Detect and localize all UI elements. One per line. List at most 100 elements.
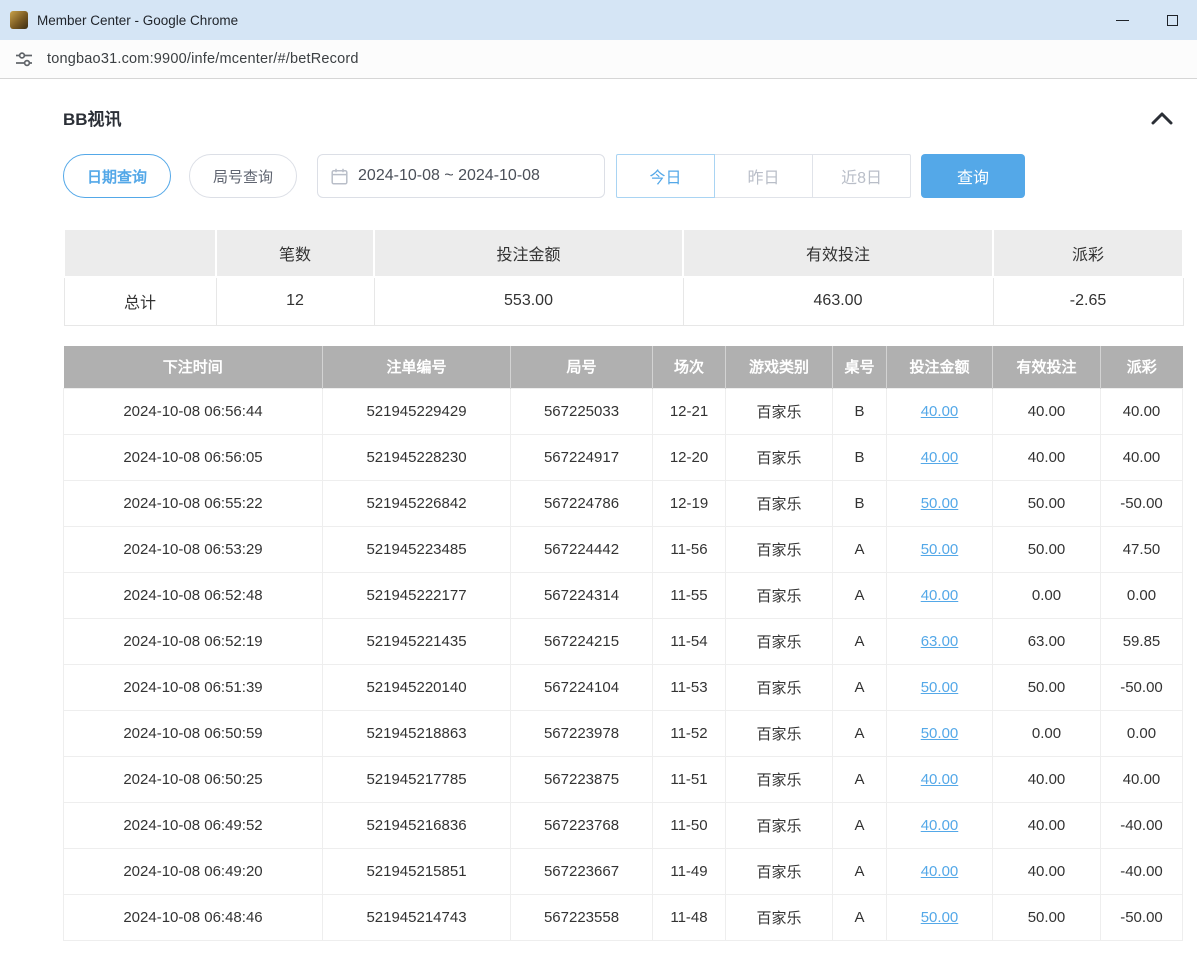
record-cell-valid: 40.00 bbox=[993, 849, 1101, 895]
record-cell-game: 百家乐 bbox=[726, 619, 833, 665]
record-cell-valid: 0.00 bbox=[993, 573, 1101, 619]
record-cell-bet: 50.00 bbox=[887, 665, 993, 711]
record-cell-valid: 63.00 bbox=[993, 619, 1101, 665]
summary-table: 笔数投注金额有效投注派彩 总计12553.00463.00-2.65 bbox=[63, 228, 1184, 326]
maximize-icon bbox=[1167, 15, 1178, 26]
bet-amount-link[interactable]: 50.00 bbox=[921, 679, 959, 696]
record-cell-game: 百家乐 bbox=[726, 527, 833, 573]
record-cell-session: 12-21 bbox=[653, 389, 726, 435]
record-cell-order: 521945226842 bbox=[323, 481, 511, 527]
date-range-input[interactable]: 2024-10-08 ~ 2024-10-08 bbox=[317, 154, 605, 198]
record-cell-bet: 50.00 bbox=[887, 711, 993, 757]
record-cell-payout: 40.00 bbox=[1101, 757, 1183, 803]
summary-column-header: 笔数 bbox=[216, 229, 374, 277]
record-row: 2024-10-08 06:56:05521945228230567224917… bbox=[64, 435, 1183, 481]
search-button[interactable]: 查询 bbox=[921, 154, 1025, 198]
record-cell-time: 2024-10-08 06:52:48 bbox=[64, 573, 323, 619]
section-header: BB视讯 bbox=[63, 105, 1173, 130]
title-bar: Member Center - Google Chrome bbox=[0, 0, 1197, 40]
record-cell-round: 567225033 bbox=[511, 389, 653, 435]
record-cell-order: 521945221435 bbox=[323, 619, 511, 665]
record-cell-game: 百家乐 bbox=[726, 757, 833, 803]
bet-amount-link[interactable]: 50.00 bbox=[921, 909, 959, 926]
bet-amount-link[interactable]: 40.00 bbox=[921, 771, 959, 788]
today-button[interactable]: 今日 bbox=[616, 154, 715, 198]
record-cell-session: 11-55 bbox=[653, 573, 726, 619]
collapse-chevron-icon[interactable] bbox=[1151, 111, 1173, 125]
record-cell-round: 567223558 bbox=[511, 895, 653, 941]
summary-header-row: 笔数投注金额有效投注派彩 bbox=[64, 229, 1183, 277]
window-title: Member Center - Google Chrome bbox=[37, 13, 238, 28]
record-cell-payout: 40.00 bbox=[1101, 435, 1183, 481]
url-text[interactable]: tongbao31.com:9900/infe/mcenter/#/betRec… bbox=[47, 51, 359, 67]
record-cell-order: 521945216836 bbox=[323, 803, 511, 849]
records-column-header: 投注金额 bbox=[887, 346, 993, 389]
bet-amount-link[interactable]: 40.00 bbox=[921, 863, 959, 880]
summary-value-cell: -2.65 bbox=[993, 277, 1183, 325]
record-cell-table_no: A bbox=[833, 803, 887, 849]
record-cell-round: 567224314 bbox=[511, 573, 653, 619]
bet-amount-link[interactable]: 63.00 bbox=[921, 633, 959, 650]
summary-value-cell: 12 bbox=[216, 277, 374, 325]
record-cell-table_no: A bbox=[833, 849, 887, 895]
record-cell-time: 2024-10-08 06:49:52 bbox=[64, 803, 323, 849]
record-cell-valid: 40.00 bbox=[993, 435, 1101, 481]
record-cell-round: 567224917 bbox=[511, 435, 653, 481]
bet-amount-link[interactable]: 50.00 bbox=[921, 495, 959, 512]
record-cell-session: 11-54 bbox=[653, 619, 726, 665]
record-cell-bet: 40.00 bbox=[887, 573, 993, 619]
record-cell-game: 百家乐 bbox=[726, 803, 833, 849]
record-cell-valid: 0.00 bbox=[993, 711, 1101, 757]
record-row: 2024-10-08 06:56:44521945229429567225033… bbox=[64, 389, 1183, 435]
record-cell-session: 12-19 bbox=[653, 481, 726, 527]
record-cell-round: 567224104 bbox=[511, 665, 653, 711]
bet-amount-link[interactable]: 40.00 bbox=[921, 817, 959, 834]
record-cell-game: 百家乐 bbox=[726, 481, 833, 527]
record-cell-round: 567223875 bbox=[511, 757, 653, 803]
record-cell-payout: 47.50 bbox=[1101, 527, 1183, 573]
record-cell-bet: 63.00 bbox=[887, 619, 993, 665]
record-cell-round: 567223768 bbox=[511, 803, 653, 849]
record-cell-bet: 40.00 bbox=[887, 435, 993, 481]
date-query-tab[interactable]: 日期查询 bbox=[63, 154, 171, 198]
site-settings-icon[interactable] bbox=[14, 49, 34, 69]
minimize-button[interactable] bbox=[1097, 0, 1147, 40]
bet-amount-link[interactable]: 50.00 bbox=[921, 541, 959, 558]
filter-row: 日期查询 局号查询 2024-10-08 ~ 2024-10-08 今日 昨日 … bbox=[63, 154, 1182, 198]
summary-total-row: 总计12553.00463.00-2.65 bbox=[64, 277, 1183, 325]
record-cell-payout: 0.00 bbox=[1101, 573, 1183, 619]
favicon bbox=[10, 11, 28, 29]
record-cell-bet: 50.00 bbox=[887, 527, 993, 573]
record-cell-time: 2024-10-08 06:49:20 bbox=[64, 849, 323, 895]
calendar-icon bbox=[331, 168, 348, 185]
records-column-header: 注单编号 bbox=[323, 346, 511, 389]
record-cell-bet: 40.00 bbox=[887, 803, 993, 849]
record-cell-table_no: A bbox=[833, 711, 887, 757]
records-header-row: 下注时间注单编号局号场次游戏类别桌号投注金额有效投注派彩 bbox=[64, 346, 1183, 389]
record-row: 2024-10-08 06:52:19521945221435567224215… bbox=[64, 619, 1183, 665]
bet-amount-link[interactable]: 40.00 bbox=[921, 403, 959, 420]
bet-amount-link[interactable]: 40.00 bbox=[921, 587, 959, 604]
round-query-tab[interactable]: 局号查询 bbox=[189, 154, 297, 198]
record-cell-order: 521945220140 bbox=[323, 665, 511, 711]
summary-value-cell: 463.00 bbox=[683, 277, 993, 325]
record-cell-bet: 50.00 bbox=[887, 481, 993, 527]
record-cell-table_no: A bbox=[833, 527, 887, 573]
yesterday-button[interactable]: 昨日 bbox=[714, 154, 813, 198]
records-column-header: 派彩 bbox=[1101, 346, 1183, 389]
records-column-header: 桌号 bbox=[833, 346, 887, 389]
summary-column-header: 有效投注 bbox=[683, 229, 993, 277]
record-row: 2024-10-08 06:55:22521945226842567224786… bbox=[64, 481, 1183, 527]
bet-amount-link[interactable]: 50.00 bbox=[921, 725, 959, 742]
maximize-button[interactable] bbox=[1147, 0, 1197, 40]
record-cell-payout: -50.00 bbox=[1101, 481, 1183, 527]
last8days-button[interactable]: 近8日 bbox=[812, 154, 911, 198]
url-bar[interactable]: tongbao31.com:9900/infe/mcenter/#/betRec… bbox=[0, 40, 1197, 79]
bet-amount-link[interactable]: 40.00 bbox=[921, 449, 959, 466]
record-cell-payout: 40.00 bbox=[1101, 389, 1183, 435]
record-cell-order: 521945222177 bbox=[323, 573, 511, 619]
record-cell-order: 521945217785 bbox=[323, 757, 511, 803]
record-cell-round: 567223667 bbox=[511, 849, 653, 895]
page-title: BB视讯 bbox=[63, 105, 122, 130]
record-cell-game: 百家乐 bbox=[726, 711, 833, 757]
